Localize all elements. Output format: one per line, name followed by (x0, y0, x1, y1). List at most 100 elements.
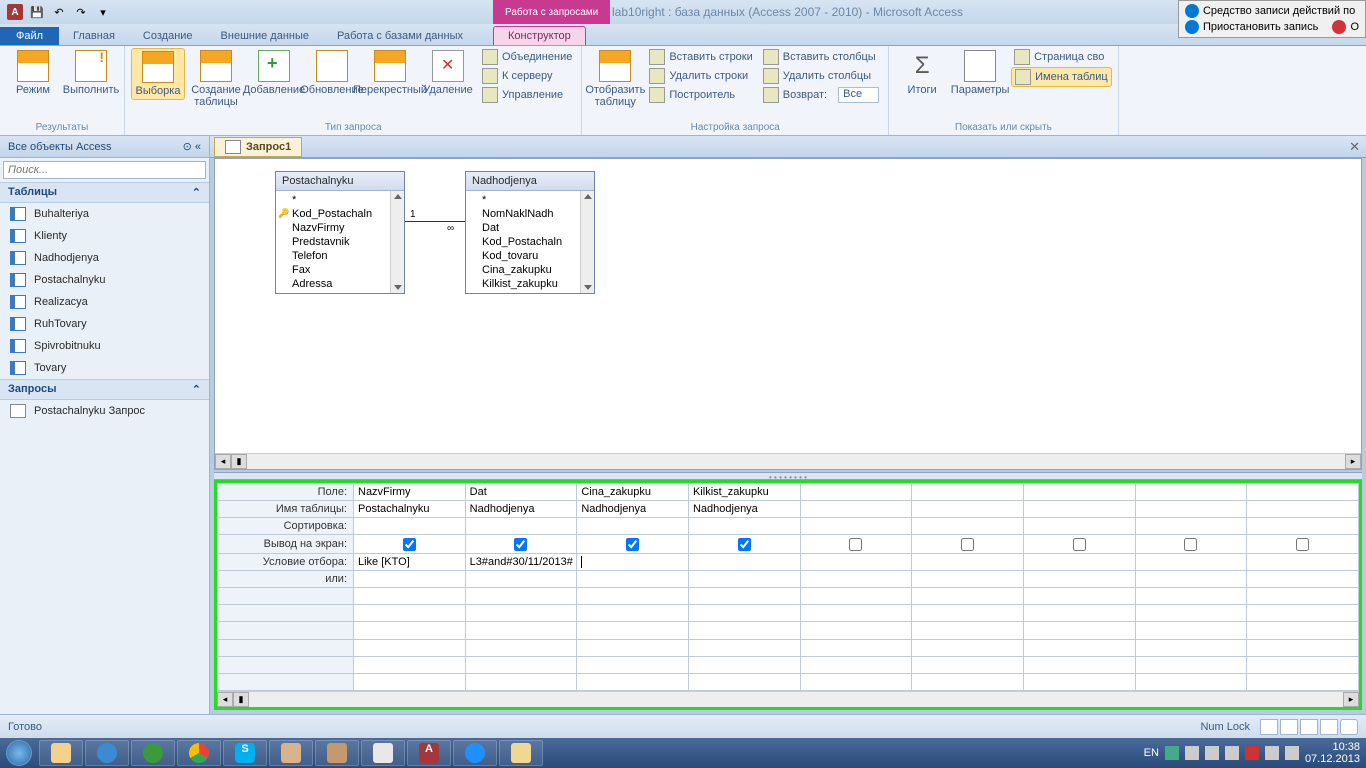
qbe-cell[interactable] (800, 484, 912, 501)
qbe-cell[interactable] (1135, 518, 1247, 535)
tab-external-data[interactable]: Внешние данные (207, 27, 323, 45)
qbe-cell[interactable] (1023, 535, 1135, 553)
task-app2[interactable] (269, 740, 313, 766)
scrollbar[interactable] (580, 191, 594, 293)
nav-table-item[interactable]: Klienty (0, 225, 209, 247)
qbe-cell[interactable] (354, 622, 466, 639)
delete-query-button[interactable]: Удаление (421, 48, 475, 98)
doc-tab-query1[interactable]: Запрос1 (214, 137, 302, 157)
scroll-right-icon[interactable]: ▸ (1343, 692, 1359, 707)
qbe-cell[interactable] (354, 605, 466, 622)
qbe-cell[interactable] (465, 673, 577, 690)
qbe-cell[interactable] (800, 588, 912, 605)
qbe-cell[interactable] (912, 673, 1024, 690)
qbe-cell[interactable] (1247, 588, 1359, 605)
field-row[interactable]: Kod_Postachaln (278, 207, 402, 221)
qbe-cell[interactable] (1023, 605, 1135, 622)
qbe-cell[interactable] (800, 622, 912, 639)
tray-icon[interactable] (1245, 746, 1259, 760)
qbe-cell[interactable]: Cina_zakupku (577, 484, 689, 501)
qbe-cell[interactable] (577, 656, 689, 673)
qbe-cell[interactable] (577, 570, 689, 587)
field-row[interactable]: Predstavnik (278, 235, 402, 249)
qbe-cell[interactable] (354, 673, 466, 690)
qbe-cell[interactable] (1135, 484, 1247, 501)
delete-cols-button[interactable]: Удалить столбцы (760, 67, 882, 85)
tray-icon[interactable] (1205, 746, 1219, 760)
qbe-cell[interactable] (465, 656, 577, 673)
nav-table-item[interactable]: Postachalnyku (0, 269, 209, 291)
qbe-cell[interactable] (577, 605, 689, 622)
qbe-cell[interactable] (577, 518, 689, 535)
insert-rows-button[interactable]: Вставить строки (646, 48, 755, 66)
clock[interactable]: 10:38 07.12.2013 (1305, 741, 1360, 765)
qbe-cell[interactable] (800, 605, 912, 622)
redo-icon[interactable]: ↷ (72, 3, 90, 21)
qbe-cell[interactable] (800, 535, 912, 553)
qbe-cell[interactable] (688, 553, 800, 570)
qbe-cell[interactable] (912, 501, 1024, 518)
field-list-postachalnyku[interactable]: Postachalnyku *Kod_PostachalnNazvFirmyPr… (275, 171, 405, 294)
field-row[interactable]: NazvFirmy (278, 221, 402, 235)
return-value[interactable]: Все (838, 87, 879, 103)
task-app[interactable] (85, 740, 129, 766)
show-checkbox[interactable] (514, 538, 527, 551)
tab-create[interactable]: Создание (129, 27, 207, 45)
task-access[interactable]: A (407, 740, 451, 766)
task-explorer[interactable] (39, 740, 83, 766)
qbe-cell[interactable]: Kilkist_zakupku (688, 484, 800, 501)
qbe-cell[interactable] (800, 553, 912, 570)
qbe-cell[interactable] (912, 639, 1024, 656)
scroll-grip[interactable]: ▮ (231, 454, 247, 469)
show-checkbox[interactable] (961, 538, 974, 551)
qbe-cell[interactable] (354, 656, 466, 673)
qbe-cell[interactable] (354, 639, 466, 656)
qbe-cell[interactable] (1135, 501, 1247, 518)
task-app4[interactable] (361, 740, 405, 766)
qbe-cell[interactable] (465, 622, 577, 639)
tray-icon[interactable] (1165, 746, 1179, 760)
delete-rows-button[interactable]: Удалить строки (646, 67, 755, 85)
language-indicator[interactable]: EN (1144, 747, 1159, 759)
qbe-cell[interactable] (465, 518, 577, 535)
append-button[interactable]: Добавление (247, 48, 301, 98)
qbe-scrollbar[interactable]: ◂▮ ▸ (217, 691, 1359, 707)
save-icon[interactable]: 💾 (28, 3, 46, 21)
field-row[interactable]: Kilkist_zakupku (468, 277, 592, 291)
relationship-line[interactable] (405, 221, 465, 222)
start-button[interactable] (0, 738, 38, 768)
qbe-cell[interactable] (577, 535, 689, 553)
app-icon[interactable]: A (6, 3, 24, 21)
qbe-cell[interactable] (1247, 501, 1359, 518)
qbe-cell[interactable] (1247, 484, 1359, 501)
recorder-stop-label[interactable]: О (1350, 21, 1359, 33)
field-row[interactable]: Dat (468, 221, 592, 235)
show-checkbox[interactable] (849, 538, 862, 551)
tab-home[interactable]: Главная (59, 27, 129, 45)
qbe-cell[interactable] (1023, 622, 1135, 639)
field-row[interactable]: Fax (278, 263, 402, 277)
qbe-cell[interactable] (465, 588, 577, 605)
qbe-cell[interactable] (1135, 588, 1247, 605)
qbe-cell[interactable] (1023, 570, 1135, 587)
task-utorrent[interactable] (131, 740, 175, 766)
tab-design[interactable]: Конструктор (493, 26, 586, 45)
builder-button[interactable]: Построитель (646, 86, 755, 104)
qbe-cell[interactable] (1135, 673, 1247, 690)
qbe-cell[interactable] (912, 656, 1024, 673)
qbe-cell[interactable] (1247, 605, 1359, 622)
run-button[interactable]: Выполнить (64, 48, 118, 98)
field-row[interactable]: * (278, 193, 402, 207)
qbe-cell[interactable] (1135, 553, 1247, 570)
undo-icon[interactable]: ↶ (50, 3, 68, 21)
qbe-cell[interactable] (800, 656, 912, 673)
qbe-cell[interactable] (688, 673, 800, 690)
qbe-cell[interactable] (1023, 673, 1135, 690)
qbe-cell[interactable] (912, 588, 1024, 605)
qbe-cell[interactable] (577, 588, 689, 605)
qbe-cell[interactable] (577, 622, 689, 639)
task-skype[interactable]: S (223, 740, 267, 766)
task-chrome[interactable] (177, 740, 221, 766)
qbe-cell[interactable] (577, 553, 689, 570)
qbe-cell[interactable] (1135, 639, 1247, 656)
